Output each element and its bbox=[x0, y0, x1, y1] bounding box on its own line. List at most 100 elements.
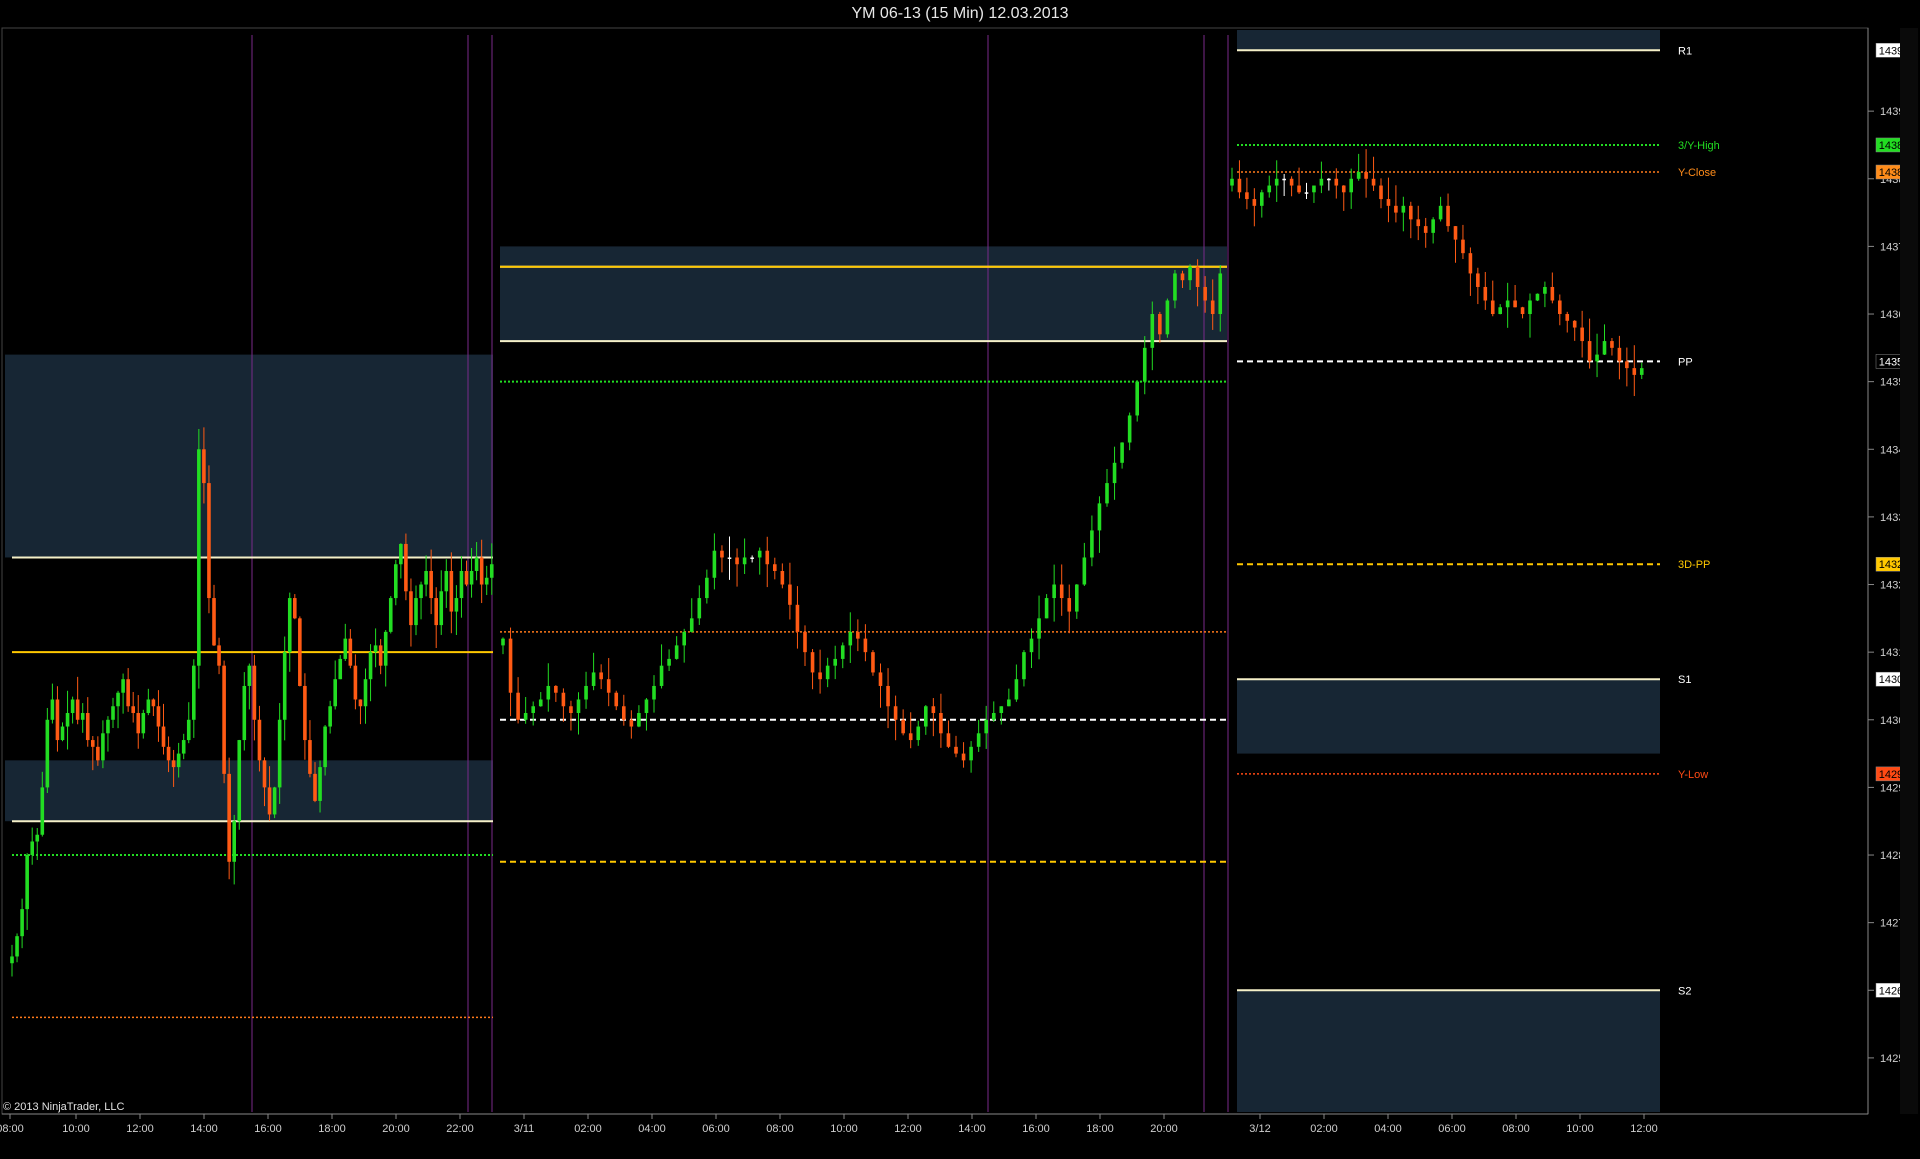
candle-body bbox=[1580, 327, 1584, 342]
copyright-text: © 2013 NinjaTrader, LLC bbox=[3, 1101, 125, 1113]
x-tick-label: 04:00 bbox=[638, 1123, 666, 1135]
candle-body bbox=[267, 787, 272, 815]
candle-body bbox=[757, 550, 762, 558]
candle-body bbox=[1341, 185, 1346, 193]
candle-body bbox=[622, 706, 626, 720]
x-tick-label: 06:00 bbox=[702, 1123, 730, 1135]
candle-body bbox=[96, 746, 100, 761]
candle-body bbox=[1059, 584, 1064, 599]
candle-body bbox=[1431, 219, 1435, 233]
candle-body bbox=[1490, 300, 1495, 315]
candle-body bbox=[538, 699, 543, 707]
candle-body bbox=[383, 631, 388, 666]
pivot-label: PP bbox=[1678, 356, 1693, 368]
candle-body bbox=[1037, 618, 1041, 639]
candle-body bbox=[1505, 300, 1510, 308]
candle-body bbox=[207, 483, 211, 599]
candle-body bbox=[363, 679, 368, 707]
time-axis: 08:00 10:00 12:00 14:00 16:00 18:00 20:00 22:00… bbox=[0, 1114, 1658, 1135]
candle-body bbox=[999, 706, 1004, 714]
candle-body bbox=[1090, 530, 1094, 558]
candle-body bbox=[1528, 300, 1532, 315]
candle-body bbox=[501, 638, 505, 646]
zone-r1-zone bbox=[500, 246, 1227, 342]
candle-body bbox=[637, 713, 641, 727]
zone-s2-zone bbox=[1237, 990, 1660, 1112]
candle-body bbox=[459, 571, 464, 599]
candle-body bbox=[1289, 178, 1294, 186]
candle-body bbox=[378, 645, 383, 666]
candle-body bbox=[277, 719, 282, 788]
x-tick-label: 20:00 bbox=[1150, 1123, 1178, 1135]
candle-body bbox=[1483, 286, 1488, 301]
candle-body bbox=[106, 719, 110, 734]
candle-body bbox=[1327, 178, 1331, 181]
candle-body bbox=[508, 638, 513, 693]
candle-body bbox=[1438, 205, 1443, 220]
candle-body bbox=[735, 557, 739, 565]
pivot-label: S2 bbox=[1678, 985, 1691, 997]
candle-body bbox=[1260, 192, 1264, 206]
price-chart[interactable]: 1425014260142701428014290143001431014320… bbox=[0, 0, 1920, 1159]
candle-body bbox=[479, 557, 484, 585]
candle-body bbox=[464, 571, 469, 585]
candle-body bbox=[554, 685, 558, 693]
candle-body bbox=[1461, 239, 1465, 254]
zone-s1-zone bbox=[5, 760, 493, 822]
candle-body bbox=[424, 571, 428, 585]
candle-body bbox=[1150, 314, 1155, 348]
candle-body bbox=[697, 598, 702, 619]
candle-body bbox=[348, 638, 353, 666]
candle-body bbox=[1274, 178, 1279, 186]
candle-body bbox=[689, 618, 694, 632]
candle-body bbox=[1022, 652, 1026, 680]
candle-body bbox=[750, 557, 754, 559]
candle-body bbox=[765, 550, 770, 565]
candle-body bbox=[1245, 192, 1249, 200]
candle-body bbox=[1319, 178, 1324, 186]
candle-body bbox=[65, 713, 70, 727]
x-tick-label: 10:00 bbox=[830, 1123, 858, 1135]
candle-body bbox=[293, 598, 297, 619]
x-tick-label: 06:00 bbox=[1438, 1123, 1466, 1135]
x-tick-label: 18:00 bbox=[318, 1123, 346, 1135]
candle-body bbox=[969, 746, 973, 761]
candle-body bbox=[1550, 286, 1555, 301]
candle-body bbox=[1188, 266, 1192, 281]
candle-body bbox=[15, 936, 19, 957]
candle-body bbox=[368, 652, 373, 680]
candle-body bbox=[516, 692, 520, 720]
candle-body bbox=[70, 699, 75, 714]
candle-body bbox=[652, 685, 656, 700]
candle-body bbox=[667, 658, 671, 666]
candle-body bbox=[126, 679, 130, 707]
x-tick-label: 3/11 bbox=[514, 1123, 535, 1135]
candle-body bbox=[474, 557, 479, 571]
candle-body bbox=[1014, 679, 1019, 700]
candle-body bbox=[1007, 699, 1011, 707]
candle-body bbox=[659, 665, 664, 686]
candle-body bbox=[20, 909, 24, 937]
candle-body bbox=[644, 699, 649, 714]
x-tick-label: 14:00 bbox=[190, 1123, 218, 1135]
candle-body bbox=[795, 604, 800, 632]
candle-body bbox=[247, 665, 252, 686]
candle-body bbox=[30, 841, 34, 856]
candle-body bbox=[1082, 557, 1087, 585]
candle-body bbox=[373, 645, 378, 653]
candle-body bbox=[1394, 205, 1398, 213]
candle-body bbox=[217, 645, 221, 666]
candle-body bbox=[1364, 172, 1368, 179]
candle-body bbox=[419, 584, 423, 599]
x-tick-label: 10:00 bbox=[62, 1123, 90, 1135]
x-tick-label: 16:00 bbox=[254, 1123, 282, 1135]
candle-body bbox=[1203, 286, 1207, 301]
candle-body bbox=[833, 658, 837, 666]
candle-body bbox=[1595, 354, 1599, 362]
zone-r1-zone bbox=[5, 354, 493, 558]
x-tick-label: 08:00 bbox=[0, 1123, 24, 1135]
candle-body bbox=[308, 740, 312, 774]
x-tick-label: 08:00 bbox=[1502, 1123, 1530, 1135]
x-tick-label: 12:00 bbox=[1630, 1123, 1658, 1135]
candle-body bbox=[908, 733, 913, 741]
